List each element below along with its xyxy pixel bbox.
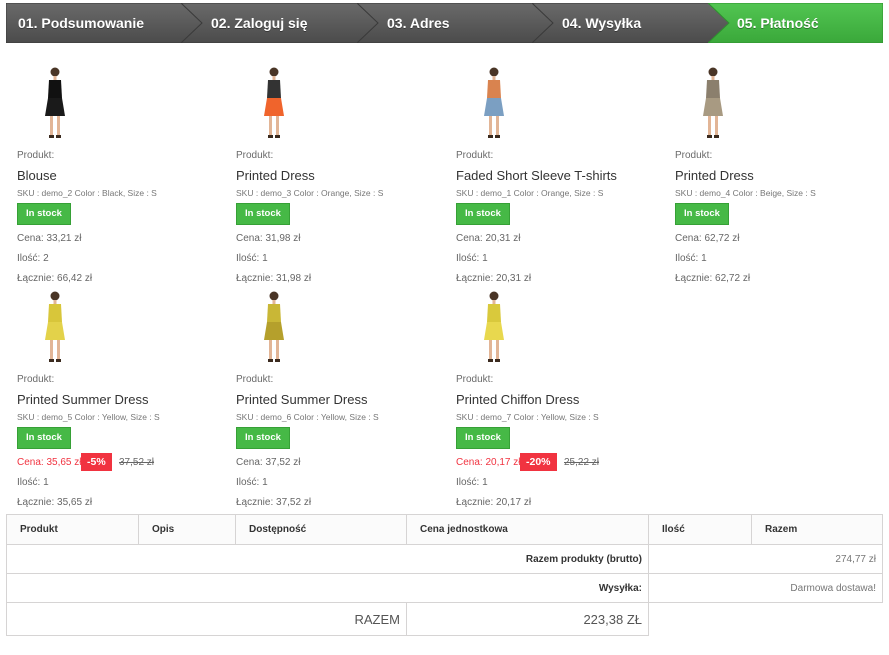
product-sku: SKU : demo_7 Color : Yellow, Size : S	[456, 412, 599, 422]
checkout-steps: 01. Podsumowanie 02. Zaloguj się 03. Adr…	[6, 3, 883, 43]
product-name[interactable]: Printed Summer Dress	[236, 392, 367, 407]
product-price: Cena: 37,52 zł	[236, 457, 301, 468]
stock-badge: In stock	[236, 203, 290, 225]
product-label: Produkt:	[17, 150, 55, 161]
discount-badge: -5%	[81, 453, 112, 471]
grand-total-value: 223,38 ZŁ	[406, 602, 649, 636]
header-total: Razem	[751, 514, 883, 545]
stock-badge: In stock	[236, 427, 290, 449]
product-card: Produkt: Printed Chiffon Dress SKU : dem…	[456, 290, 666, 510]
stock-badge: In stock	[456, 203, 510, 225]
step-shipping[interactable]: 04. Wysyłka	[532, 3, 732, 43]
product-quantity: Ilość: 1	[456, 253, 488, 264]
product-price: Cena: 62,72 zł	[675, 233, 740, 244]
stock-badge: In stock	[456, 427, 510, 449]
stock-badge: In stock	[17, 203, 71, 225]
product-quantity: Ilość: 1	[456, 477, 488, 488]
step-address[interactable]: 03. Adres	[357, 3, 557, 43]
product-quantity: Ilość: 1	[236, 253, 268, 264]
header-product: Produkt	[6, 514, 139, 545]
product-quantity: Ilość: 1	[17, 477, 49, 488]
header-quantity: Ilość	[648, 514, 752, 545]
product-total: Łącznie: 37,52 zł	[236, 497, 312, 508]
tshirt-photo-icon[interactable]	[480, 66, 508, 140]
product-price: Cena: 33,21 zł	[17, 233, 82, 244]
chiffon-dress-photo-icon[interactable]	[480, 290, 508, 364]
product-name[interactable]: Printed Dress	[675, 168, 754, 183]
product-sku: SKU : demo_1 Color : Orange, Size : S	[456, 188, 604, 198]
shipping-value: Darmowa dostawa!	[648, 573, 883, 603]
product-name[interactable]: Blouse	[17, 168, 57, 183]
step-summary[interactable]: 01. Podsumowanie	[6, 3, 203, 43]
header-description: Opis	[138, 514, 236, 545]
grand-total-label: RAZEM	[6, 602, 407, 636]
product-name[interactable]: Printed Summer Dress	[17, 392, 148, 407]
stock-badge: In stock	[17, 427, 71, 449]
product-price: Cena: 20,31 zł	[456, 233, 521, 244]
orange-dress-photo-icon[interactable]	[260, 66, 288, 140]
product-label: Produkt:	[236, 150, 274, 161]
product-name[interactable]: Printed Dress	[236, 168, 315, 183]
step-shipping-label: 04. Wysyłka	[562, 15, 642, 31]
product-quantity: Ilość: 2	[17, 253, 49, 264]
subtotal-value: 274,77 zł	[648, 544, 883, 574]
step-payment-label: 05. Płatność	[737, 15, 819, 31]
product-label: Produkt:	[456, 150, 494, 161]
product-name[interactable]: Faded Short Sleeve T-shirts	[456, 168, 617, 183]
old-price: 25,22 zł	[564, 457, 600, 468]
yellow-dress-photo-icon[interactable]	[260, 290, 288, 364]
product-quantity: Ilość: 1	[675, 253, 707, 264]
product-quantity: Ilość: 1	[236, 477, 268, 488]
product-sku: SKU : demo_4 Color : Beige, Size : S	[675, 188, 816, 198]
product-total: Łącznie: 35,65 zł	[17, 497, 93, 508]
product-card: Produkt: Printed Dress SKU : demo_4 Colo…	[675, 66, 885, 286]
old-price: 37,52 zł	[119, 457, 155, 468]
product-card: Produkt: Printed Summer Dress SKU : demo…	[17, 290, 227, 510]
product-total: Łącznie: 20,17 zł	[456, 497, 532, 508]
product-price: Cena: 35,65 zł	[17, 457, 82, 468]
product-total: Łącznie: 66,42 zł	[17, 273, 93, 284]
product-sku: SKU : demo_6 Color : Yellow, Size : S	[236, 412, 379, 422]
product-card: Produkt: Printed Dress SKU : demo_3 Colo…	[236, 66, 446, 286]
cart-summary-table: Produkt Opis Dostępność Cena jednostkowa…	[6, 514, 883, 636]
product-total: Łącznie: 31,98 zł	[236, 273, 312, 284]
product-sku: SKU : demo_3 Color : Orange, Size : S	[236, 188, 384, 198]
step-summary-label: 01. Podsumowanie	[18, 15, 145, 31]
stock-badge: In stock	[675, 203, 729, 225]
step-address-label: 03. Adres	[387, 15, 450, 31]
product-label: Produkt:	[675, 150, 713, 161]
product-total: Łącznie: 62,72 zł	[675, 273, 751, 284]
product-card: Produkt: Printed Summer Dress SKU : demo…	[236, 290, 446, 510]
product-price: Cena: 20,17 zł	[456, 457, 521, 468]
black-blouse-photo-icon[interactable]	[41, 66, 69, 140]
header-availability: Dostępność	[235, 514, 407, 545]
product-sku: SKU : demo_2 Color : Black, Size : S	[17, 188, 157, 198]
step-login-label: 02. Zaloguj się	[211, 15, 308, 31]
subtotal-label: Razem produkty (brutto)	[6, 544, 649, 574]
step-login[interactable]: 02. Zaloguj się	[181, 3, 381, 43]
product-sku: SKU : demo_5 Color : Yellow, Size : S	[17, 412, 160, 422]
product-total: Łącznie: 20,31 zł	[456, 273, 532, 284]
header-unit-price: Cena jednostkowa	[406, 514, 649, 545]
beige-dress-photo-icon[interactable]	[699, 66, 727, 140]
product-label: Produkt:	[236, 374, 274, 385]
shipping-label: Wysyłka:	[6, 573, 649, 603]
step-payment[interactable]: 05. Płatność	[708, 3, 883, 43]
product-name[interactable]: Printed Chiffon Dress	[456, 392, 579, 407]
yellow-summer-dress-photo-icon[interactable]	[41, 290, 69, 364]
product-card: Produkt: Blouse SKU : demo_2 Color : Bla…	[17, 66, 227, 286]
discount-badge: -20%	[520, 453, 557, 471]
product-label: Produkt:	[456, 374, 494, 385]
product-label: Produkt:	[17, 374, 55, 385]
product-card: Produkt: Faded Short Sleeve T-shirts SKU…	[456, 66, 666, 286]
product-price: Cena: 31,98 zł	[236, 233, 301, 244]
